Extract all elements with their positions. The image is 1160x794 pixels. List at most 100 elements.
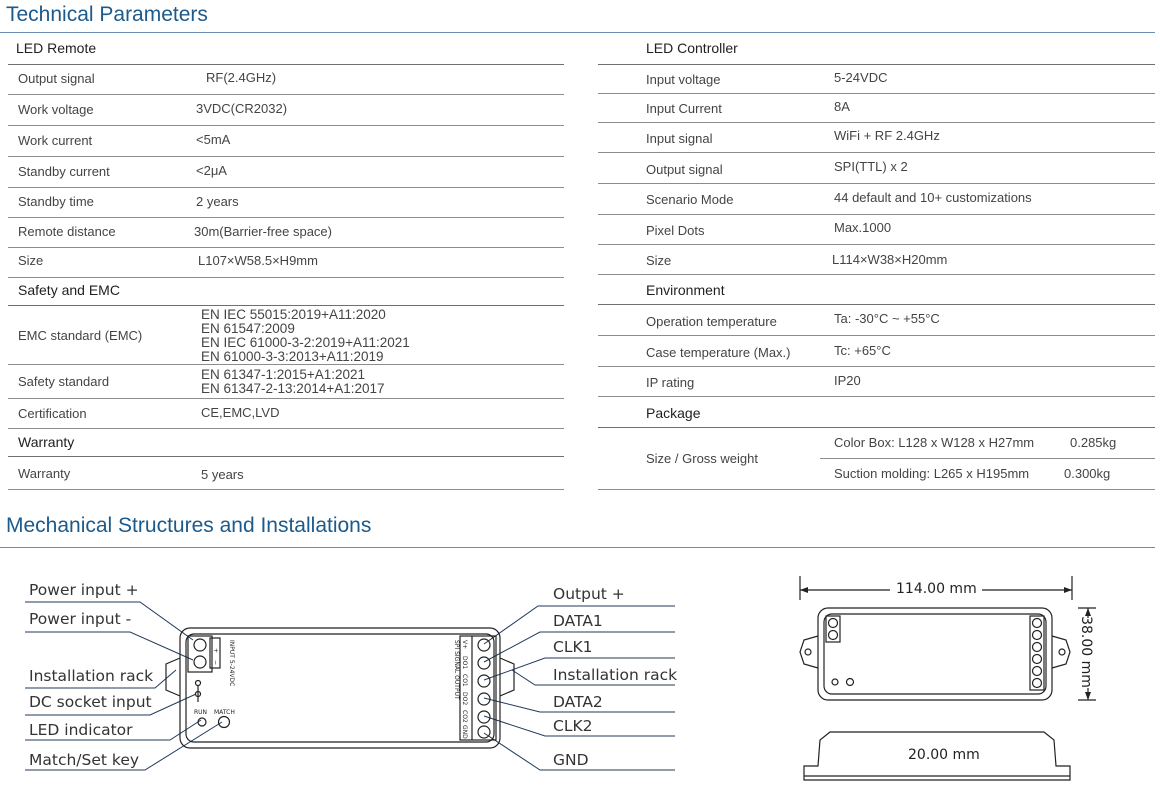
run-label: RUN bbox=[194, 709, 207, 716]
diagram-label: CLK1 bbox=[553, 638, 593, 656]
standard-line: EN 61547:2009 bbox=[201, 321, 295, 336]
table-row: Output signal SPI(TTL) x 2 bbox=[598, 153, 1155, 184]
pin-label: GND bbox=[461, 725, 468, 739]
right-mount-ear bbox=[499, 657, 515, 697]
match-label: MATCH bbox=[214, 709, 235, 716]
warranty-heading-row: Warranty bbox=[8, 429, 564, 457]
table-row: Work voltage 3VDC(CR2032) bbox=[8, 95, 564, 126]
spec-label: Certification bbox=[18, 406, 87, 421]
mechanical-title: Mechanical Structures and Installations bbox=[6, 514, 372, 537]
table-row: Case temperature (Max.) Tc: +65°C bbox=[598, 336, 1155, 367]
table-row: Work current <5mA bbox=[8, 126, 564, 157]
spec-value: 2 years bbox=[196, 194, 239, 209]
standard-line: EN 61000-3-3:2013+A11:2019 bbox=[201, 349, 384, 364]
pin-label: DO1 bbox=[461, 656, 468, 669]
diagram-label: GND bbox=[553, 751, 589, 769]
spec-label: Scenario Mode bbox=[646, 192, 734, 207]
spec-label: Standby current bbox=[18, 164, 110, 179]
table-row: Size / Gross weight Color Box: L128 x W1… bbox=[598, 428, 1155, 490]
controller-body bbox=[179, 627, 501, 749]
spec-value: L114×W38×H20mm bbox=[832, 252, 948, 267]
spec-value: 44 default and 10+ customizations bbox=[834, 190, 1032, 205]
led-controller-heading-row: LED Controller bbox=[598, 34, 1155, 65]
table-row: Scenario Mode 44 default and 10+ customi… bbox=[598, 184, 1155, 215]
standard-line: EN 61347-2-13:2014+A1:2017 bbox=[201, 381, 385, 396]
spec-label: Output signal bbox=[18, 71, 95, 86]
top-view-left-ear bbox=[799, 635, 819, 669]
spec-value: <2μA bbox=[196, 163, 227, 178]
input-label: INPUT 5-24VDC bbox=[228, 640, 235, 686]
title-rule bbox=[0, 32, 1155, 33]
table-row: Input signal WiFi + RF 2.4GHz bbox=[598, 123, 1155, 153]
terminal-screw bbox=[477, 674, 491, 688]
table-row: Standby current <2μA bbox=[8, 157, 564, 188]
pin-label: V+ bbox=[461, 640, 468, 649]
table-row: Certification CE,EMC,LVD bbox=[8, 399, 564, 429]
package-weight: 0.285kg bbox=[1070, 435, 1117, 450]
warranty-heading: Warranty bbox=[18, 434, 75, 450]
safety-heading-row: Safety and EMC bbox=[8, 278, 564, 306]
spec-value: RF(2.4GHz) bbox=[206, 70, 277, 85]
spec-value: 8A bbox=[834, 99, 850, 114]
spec-value: <5mA bbox=[196, 132, 231, 147]
environment-heading: Environment bbox=[646, 282, 725, 298]
diagram-label: CLK2 bbox=[553, 717, 593, 735]
spec-label: Input Current bbox=[646, 101, 722, 116]
diagram-label: Power input - bbox=[29, 610, 132, 628]
table-row: Pixel Dots Max.1000 bbox=[598, 215, 1155, 245]
package-heading-row: Package bbox=[598, 397, 1155, 428]
spec-label: Warranty bbox=[18, 466, 71, 481]
table-row: Operation temperature Ta: -30°C ~ +55°C bbox=[598, 305, 1155, 336]
dc-socket bbox=[194, 679, 202, 687]
spec-value: 5-24VDC bbox=[834, 70, 888, 85]
spec-value: 5 years bbox=[201, 467, 244, 482]
technical-parameters-title: Technical Parameters bbox=[6, 3, 208, 26]
table-row: Input Current 8A bbox=[598, 94, 1155, 123]
spec-label: Safety standard bbox=[18, 374, 110, 389]
table-row: EMC standard (EMC) EN IEC 55015:2019+A11… bbox=[8, 306, 564, 365]
diagram-label: DC socket input bbox=[29, 693, 152, 711]
match-key bbox=[217, 715, 231, 729]
package-desc: Suction molding: L265 x H195mm bbox=[834, 466, 1030, 481]
table-row: Standby time 2 years bbox=[8, 188, 564, 218]
svg-text:−: − bbox=[212, 660, 219, 665]
spec-label: Size bbox=[646, 253, 672, 268]
spec-value: 30m(Barrier-free space) bbox=[194, 224, 332, 239]
table-row: Safety standard EN 61347-1:2015+A1:2021 … bbox=[8, 365, 564, 399]
spec-label: Pixel Dots bbox=[646, 223, 705, 238]
table-row: Input voltage 5-24VDC bbox=[598, 65, 1155, 94]
table-row: Warranty 5 years bbox=[8, 457, 564, 490]
spec-value: Tc: +65°C bbox=[834, 343, 891, 358]
callout-line bbox=[25, 631, 194, 661]
top-view-right-ear bbox=[1051, 635, 1071, 669]
terminal-screw bbox=[477, 656, 491, 670]
diagram-label: Installation rack bbox=[553, 666, 678, 684]
spec-value: Ta: -30°C ~ +55°C bbox=[834, 311, 940, 326]
led-remote-heading: LED Remote bbox=[16, 40, 97, 56]
spec-label: Input signal bbox=[646, 131, 713, 146]
spec-label: Work voltage bbox=[18, 102, 94, 117]
spec-value: IP20 bbox=[834, 373, 861, 388]
package-heading: Package bbox=[646, 405, 701, 421]
spec-label: Size bbox=[18, 253, 44, 268]
spec-value: 3VDC(CR2032) bbox=[196, 101, 288, 116]
table-row: IP rating IP20 bbox=[598, 367, 1155, 397]
spec-label: Case temperature (Max.) bbox=[646, 345, 791, 360]
package-weight: 0.300kg bbox=[1064, 466, 1111, 481]
pin-label: DO2 bbox=[461, 692, 468, 705]
spec-value: CE,EMC,LVD bbox=[201, 405, 280, 420]
spec-label: Size / Gross weight bbox=[646, 451, 758, 466]
pin-label: CO1 bbox=[461, 674, 468, 687]
table-row: Remote distance 30m(Barrier-free space) bbox=[8, 218, 564, 248]
input-terminal-block bbox=[187, 635, 213, 673]
environment-heading-row: Environment bbox=[598, 275, 1155, 305]
package-subrow: Color Box: L128 x W128 x H27mm 0.285kg bbox=[820, 428, 1155, 459]
diagram-label: LED indicator bbox=[29, 721, 133, 739]
right-spec-table: LED Controller Input voltage 5-24VDC Inp… bbox=[598, 34, 1155, 494]
dimension-width-label: 114.00 mm bbox=[896, 581, 977, 597]
diagram-label: Output + bbox=[553, 585, 625, 603]
led-remote-heading-row: LED Remote bbox=[8, 34, 564, 65]
diagram-label: DATA1 bbox=[553, 612, 603, 630]
terminal-screw bbox=[477, 725, 491, 739]
dimension-height-label: 38.00 mm bbox=[1077, 616, 1094, 688]
